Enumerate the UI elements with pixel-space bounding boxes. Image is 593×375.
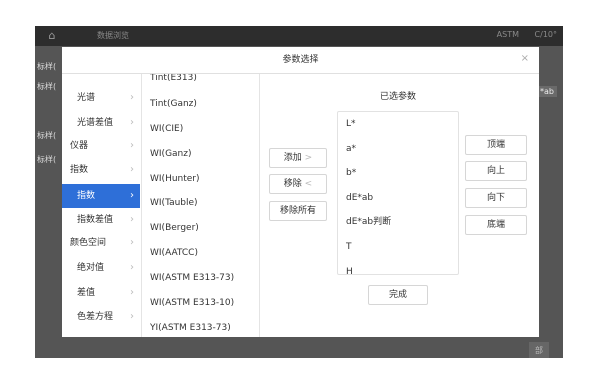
bg-row-label: 标样(	[37, 82, 57, 91]
parameter-list[interactable]: Tint(E313) Tint(Ganz) WI(CIE) WI(Ganz) WI(Hu…	[142, 74, 257, 337]
category-item[interactable]: 差值 ›	[62, 281, 140, 305]
category-label: 差值	[77, 288, 96, 298]
category-label: 指数	[70, 165, 89, 175]
top-bar: ⌂ 数据浏览 ASTM C/10°	[35, 26, 563, 46]
parameter-item[interactable]: Tint(Ganz)	[150, 98, 197, 110]
selected-item[interactable]: H	[346, 266, 353, 274]
category-item[interactable]: 仪器 ›	[62, 134, 140, 158]
parameter-item[interactable]: WI(AATCC)	[150, 247, 198, 259]
bg-row-label: 标样(	[37, 62, 57, 71]
parameter-item[interactable]: WI(Hunter)	[150, 173, 200, 185]
category-item[interactable]: 颜色空间 ›	[62, 231, 140, 255]
parameter-item[interactable]: WI(CIE)	[150, 123, 183, 135]
parameter-item[interactable]: WI(Tauble)	[150, 197, 198, 209]
parameter-item[interactable]: WI(ASTM E313-73)	[150, 272, 234, 284]
chevron-right-icon: ›	[130, 164, 134, 175]
category-label: 绝对值	[77, 263, 105, 273]
chevron-left-icon: <	[304, 179, 313, 189]
done-button[interactable]: 完成	[368, 285, 428, 305]
home-icon[interactable]: ⌂	[43, 29, 61, 43]
selected-header: 已选参数	[379, 92, 416, 102]
close-icon[interactable]: ×	[521, 54, 529, 64]
selected-item[interactable]: a*	[346, 143, 356, 155]
move-top-button[interactable]: 顶端	[465, 135, 527, 155]
add-label: 添加	[283, 153, 302, 163]
category-item[interactable]: 指数 ›	[62, 158, 140, 182]
category-item[interactable]: 光谱差值 ›	[62, 111, 140, 135]
category-item[interactable]: 指数 ›	[62, 184, 140, 208]
chevron-right-icon: >	[304, 153, 313, 163]
selected-item[interactable]: dE*ab	[346, 192, 373, 204]
category-item[interactable]: 色差方程 ›	[62, 305, 140, 329]
chevron-right-icon: ›	[130, 117, 134, 128]
selected-item[interactable]: dE*ab判断	[346, 216, 391, 228]
standard-label: ASTM	[496, 30, 519, 39]
category-label: 仪器	[70, 141, 89, 151]
move-bottom-button[interactable]: 底端	[465, 215, 527, 235]
bg-button[interactable]: 部	[529, 342, 549, 358]
selected-item[interactable]: b*	[346, 167, 356, 179]
category-label: 指数差值	[77, 215, 114, 225]
divider	[259, 74, 260, 337]
add-button[interactable]: 添加 >	[269, 148, 327, 168]
breadcrumb: 数据浏览	[97, 31, 129, 40]
chevron-right-icon: ›	[130, 92, 134, 103]
selected-item[interactable]: L*	[346, 118, 356, 130]
dialog-title: 参数选择	[282, 55, 319, 65]
selected-list[interactable]: L* a* b* dE*ab dE*ab判断 T H	[337, 111, 459, 275]
category-item[interactable]: 绝对值 ›	[62, 256, 140, 280]
category-label: 指数	[77, 191, 96, 201]
remove-all-button[interactable]: 移除所有	[269, 201, 327, 221]
category-list[interactable]: 光谱 › 光谱差值 › 仪器 › 指数 › 指数 › 指数差值 › 颜色空间 › 绝对值 › 差值 › 色差方程 ›	[62, 74, 140, 337]
selected-item[interactable]: T	[346, 241, 352, 253]
chevron-right-icon: ›	[130, 140, 134, 151]
parameter-item[interactable]: WI(Berger)	[150, 222, 199, 234]
parameter-item[interactable]: WI(ASTM E313-10)	[150, 297, 234, 309]
bg-row-label: 标样(	[37, 131, 57, 140]
move-up-button[interactable]: 向上	[465, 161, 527, 181]
parameter-item[interactable]: YI(ASTM E313-73)	[150, 322, 231, 334]
category-label: 光谱差值	[77, 118, 114, 128]
remove-label: 移除	[283, 179, 302, 189]
condition-label: C/10°	[534, 30, 557, 39]
chevron-right-icon: ›	[130, 214, 134, 225]
category-item[interactable]: 光谱 ›	[62, 86, 140, 110]
category-label: 光谱	[77, 93, 96, 103]
parameter-select-dialog: 参数选择 × 光谱 › 光谱差值 › 仪器 › 指数 › 指数 › 指数差值 › 颜色空间 › 绝对值 › 差值…	[62, 47, 539, 337]
parameter-item[interactable]: WI(Ganz)	[150, 148, 192, 160]
chevron-right-icon: ›	[130, 237, 134, 248]
parameter-item[interactable]: Tint(E313)	[150, 74, 197, 84]
chevron-right-icon: ›	[130, 262, 134, 273]
category-label: 颜色空间	[70, 238, 107, 248]
category-label: 色差方程	[77, 312, 114, 322]
bg-row-label: 标样(	[37, 155, 57, 164]
remove-button[interactable]: 移除 <	[269, 174, 327, 194]
category-item[interactable]: 指数差值 ›	[62, 208, 140, 232]
chevron-right-icon: ›	[130, 311, 134, 322]
move-down-button[interactable]: 向下	[465, 188, 527, 208]
bg-column-label: *ab	[537, 86, 557, 97]
chevron-right-icon: ›	[130, 190, 134, 201]
chevron-right-icon: ›	[130, 287, 134, 298]
